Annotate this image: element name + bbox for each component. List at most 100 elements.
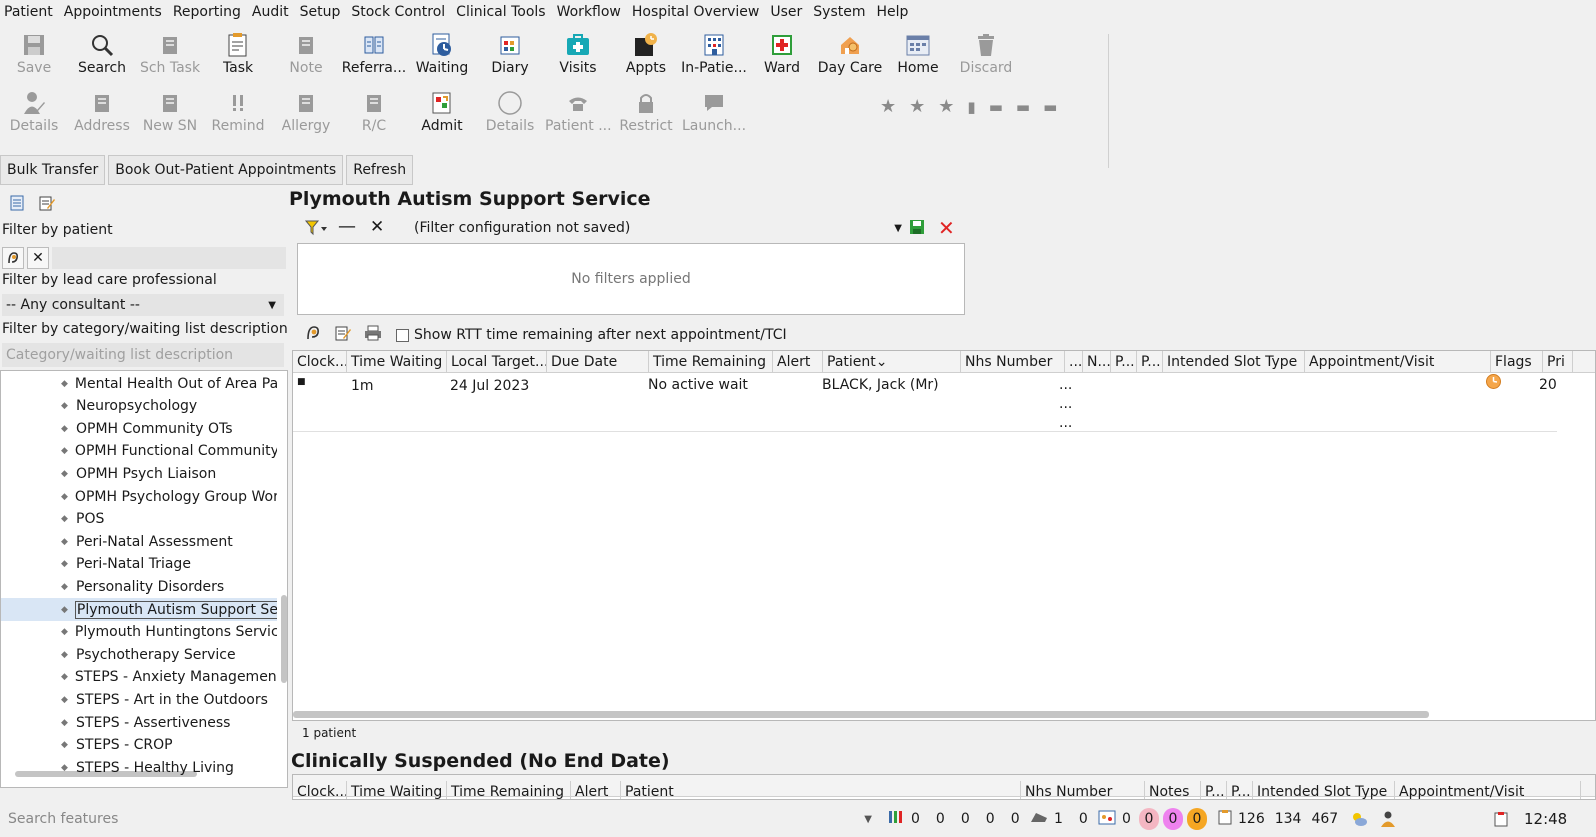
tree-item[interactable]: ◆ Peri-Natal Triage <box>1 553 277 576</box>
appts-button[interactable]: Appts <box>612 26 680 84</box>
filter-config-select[interactable]: (Filter configuration not saved) ▼ <box>410 216 908 240</box>
menu-hospital-overview[interactable]: Hospital Overview <box>632 4 759 20</box>
patient-button[interactable]: Patient ... <box>544 84 612 142</box>
referra-button[interactable]: Referra... <box>340 26 408 84</box>
menu-reporting[interactable]: Reporting <box>173 4 241 20</box>
user-icon[interactable] <box>1380 806 1396 832</box>
column-header[interactable]: ... <box>1065 351 1083 373</box>
tree-item[interactable]: ◆ STEPS - Assertiveness <box>1 711 277 734</box>
admit-button[interactable]: Admit <box>408 84 476 142</box>
details-button[interactable]: Details <box>0 84 68 142</box>
patient-filter-input[interactable] <box>52 247 286 269</box>
column-header[interactable]: Time Waiting <box>347 781 447 799</box>
save-filter-icon[interactable] <box>908 218 926 240</box>
tree-item[interactable]: ◆ STEPS - Art in the Outdoors <box>1 688 277 711</box>
printer-icon[interactable] <box>364 325 382 345</box>
launch-button[interactable]: Launch... <box>680 84 748 142</box>
document-icon[interactable]: ▮ <box>967 98 975 116</box>
column-header[interactable]: P... <box>1227 781 1253 799</box>
save-button[interactable]: Save <box>0 26 68 84</box>
menu-user[interactable]: User <box>770 4 802 20</box>
tree-item[interactable]: ◆ OPMH Psychology Group Work <box>1 485 277 508</box>
column-header[interactable]: Time Remaining <box>447 781 571 799</box>
r-c-button[interactable]: R/C <box>340 84 408 142</box>
column-header[interactable]: Nhs Number <box>961 351 1065 373</box>
column-header[interactable]: P... <box>1201 781 1227 799</box>
column-header[interactable]: Patient <box>621 781 1021 799</box>
sch-task-button[interactable]: Sch Task <box>136 26 204 84</box>
diary-button[interactable]: Diary <box>476 26 544 84</box>
column-header[interactable]: Due Date <box>547 351 649 373</box>
print-copy-icon[interactable]: ▬ <box>989 98 1003 116</box>
note-button[interactable]: Note <box>272 26 340 84</box>
column-header[interactable]: Notes <box>1145 781 1201 799</box>
star-icon[interactable]: ★ <box>938 96 954 117</box>
edit-icon[interactable] <box>334 324 352 346</box>
feature-search-input[interactable]: Search features ▼ <box>2 806 882 832</box>
column-header[interactable]: P... <box>1137 351 1163 373</box>
column-header[interactable]: Nhs Number <box>1021 781 1145 799</box>
column-header[interactable]: Time Remaining ... <box>649 351 773 373</box>
allergy-button[interactable]: Allergy <box>272 84 340 142</box>
delete-filter-icon[interactable]: ✕ <box>938 216 955 240</box>
discard-button[interactable]: Discard <box>952 26 1020 84</box>
remind-button[interactable]: Remind <box>204 84 272 142</box>
tree-item[interactable]: ◆ STEPS - Healthy Living <box>1 756 277 779</box>
tree-item[interactable]: ◆ Neuropsychology <box>1 395 277 418</box>
list-view-icon[interactable] <box>8 194 26 216</box>
menu-system[interactable]: System <box>813 4 865 20</box>
waiting-button[interactable]: Waiting <box>408 26 476 84</box>
column-header[interactable]: Clock... <box>293 781 347 799</box>
tree-item[interactable]: ◆ POS <box>1 508 277 531</box>
menu-patient[interactable]: Patient <box>4 4 53 20</box>
day-care-button[interactable]: Day Care <box>816 26 884 84</box>
tree-item[interactable]: ◆ OPMH Psych Liaison <box>1 462 277 485</box>
grid-horizontal-scrollbar[interactable] <box>293 711 1429 718</box>
menu-clinical-tools[interactable]: Clinical Tools <box>456 4 545 20</box>
tree-item[interactable]: ◆ Peri-Natal Assessment <box>1 530 277 553</box>
column-header[interactable]: Time Waiting <box>347 351 447 373</box>
consultant-select[interactable]: -- Any consultant -- ▼ <box>2 294 284 316</box>
tree-item[interactable]: ◆ STEPS - Anxiety Management <box>1 666 277 689</box>
search-button[interactable]: Search <box>68 26 136 84</box>
menu-setup[interactable]: Setup <box>300 4 341 20</box>
details-button[interactable]: Details <box>476 84 544 142</box>
column-header[interactable]: Alert <box>571 781 621 799</box>
tree-vertical-scrollbar[interactable] <box>281 595 287 683</box>
column-header[interactable]: P... <box>1111 351 1137 373</box>
tree-item[interactable]: ◆ OPMH Community OTs <box>1 417 277 440</box>
column-header[interactable]: Local Target... <box>447 351 547 373</box>
weather-icon[interactable] <box>1350 806 1368 832</box>
close-icon[interactable]: ✕ <box>370 217 384 237</box>
visits-button[interactable]: Visits <box>544 26 612 84</box>
column-header[interactable]: Intended Slot Type <box>1163 351 1305 373</box>
clear-patient-icon[interactable]: ✕ <box>27 247 49 269</box>
tree-item[interactable]: ◆ Mental Health Out of Area Patie <box>1 372 277 395</box>
column-header[interactable]: N... <box>1083 351 1111 373</box>
tree-item[interactable]: ◆ Plymouth Huntingtons Service <box>1 621 277 644</box>
ward-button[interactable]: Ward <box>748 26 816 84</box>
edit-list-icon[interactable] <box>38 194 56 216</box>
tree-item[interactable]: ◆ Plymouth Autism Support Servic <box>1 598 277 621</box>
menu-appointments[interactable]: Appointments <box>64 4 162 20</box>
bed-status-group[interactable]: 0 0 0 0 0 <box>887 806 1020 832</box>
transport-group[interactable]: 1 0 <box>1030 806 1088 832</box>
menu-audit[interactable]: Audit <box>252 4 289 20</box>
column-header[interactable]: Clock... <box>293 351 347 373</box>
column-header[interactable]: Appointment/Visit <box>1395 781 1581 799</box>
refresh-button[interactable]: Refresh <box>346 155 414 185</box>
printer-icon[interactable]: ▬ <box>1043 98 1057 116</box>
column-header[interactable]: Appointment/Visit <box>1305 351 1491 373</box>
alerts-group[interactable]: 0 0 0 0 <box>1098 806 1209 832</box>
tree-item[interactable]: ◆ Psychotherapy Service <box>1 643 277 666</box>
task-button[interactable]: Task <box>204 26 272 84</box>
tree-item[interactable]: ◆ STEPS - CROP <box>1 734 277 757</box>
bulk-transfer-button[interactable]: Bulk Transfer <box>0 155 106 185</box>
in-patie-button[interactable]: In-Patie... <box>680 26 748 84</box>
print-preview-icon[interactable]: ▬ <box>1016 98 1030 116</box>
star-icon[interactable]: ★ <box>909 96 925 117</box>
category-search-input[interactable]: Category/waiting list description <box>2 343 284 367</box>
menu-workflow[interactable]: Workflow <box>557 4 621 20</box>
patient-lookup-icon[interactable] <box>2 247 24 269</box>
column-header[interactable]: Alert <box>773 351 823 373</box>
